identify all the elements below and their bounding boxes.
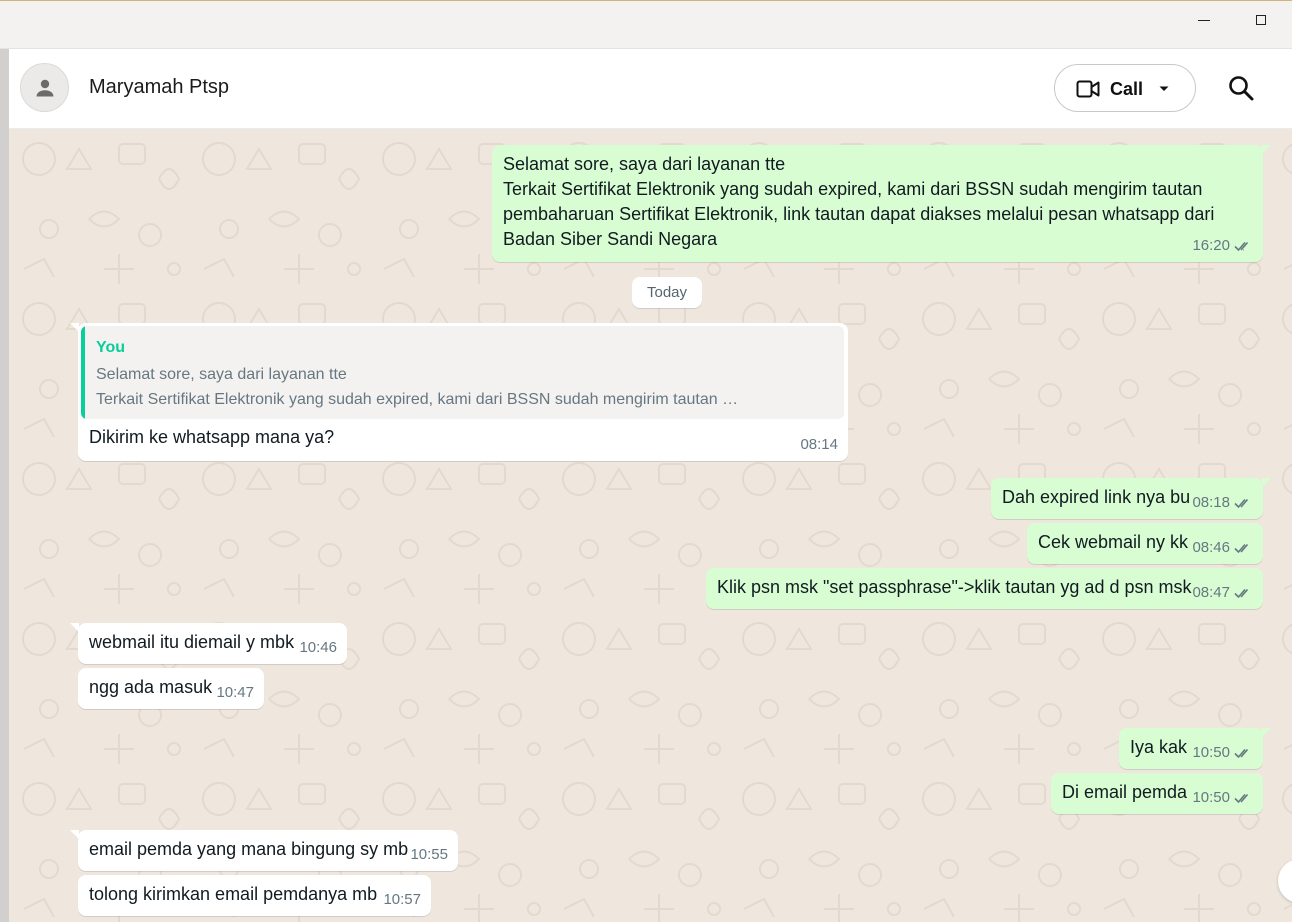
message-line: Badan Siber Sandi Negara bbox=[503, 229, 718, 249]
message-time: 16:20 bbox=[1192, 237, 1230, 254]
message-time: 10:46 bbox=[299, 639, 337, 656]
message-text: tolong kirimkan email pemdanya mb bbox=[89, 884, 378, 904]
message-text: webmail itu diemail y mbk bbox=[89, 632, 295, 652]
window-titlebar bbox=[0, 0, 1292, 49]
message-text: Dah expired link nya bu bbox=[1002, 487, 1191, 507]
message-time: 08:46 bbox=[1192, 539, 1230, 556]
quote-accent-bar bbox=[81, 326, 85, 419]
message-line: pembaharuan Sertifikat Elektronik, link … bbox=[503, 204, 1215, 224]
message-text: Di email pemda bbox=[1062, 782, 1188, 802]
quote-author: You bbox=[96, 339, 126, 356]
message-text: Klik psn msk "set passphrase"->klik taut… bbox=[717, 577, 1192, 597]
message-text: Dikirim ke whatsapp mana ya? bbox=[89, 427, 335, 447]
double-check-icon bbox=[1234, 588, 1249, 598]
minimize-icon bbox=[1198, 19, 1210, 21]
message-text: ngg ada masuk bbox=[89, 677, 213, 697]
bubble-tail bbox=[1262, 728, 1271, 737]
message-incoming-reply[interactable]: You Selamat sore, saya dari layanan tte … bbox=[70, 323, 848, 461]
bubble-tail bbox=[70, 323, 79, 332]
search-icon[interactable] bbox=[1228, 75, 1254, 101]
call-button[interactable]: Call bbox=[1054, 64, 1196, 112]
date-separator: Today bbox=[632, 277, 702, 308]
avatar[interactable] bbox=[20, 63, 69, 112]
message-incoming[interactable]: ngg ada masuk 10:47 bbox=[78, 668, 264, 709]
quote-text: Selamat sore, saya dari layanan tte bbox=[96, 366, 347, 383]
message-line: Selamat sore, saya dari layanan tte bbox=[503, 154, 786, 174]
quote-text: Terkait Sertifikat Elektronik yang sudah… bbox=[96, 391, 739, 408]
quoted-message[interactable]: You Selamat sore, saya dari layanan tte … bbox=[81, 326, 844, 419]
message-time: 10:47 bbox=[216, 684, 254, 701]
message-incoming[interactable]: tolong kirimkan email pemdanya mb 10:57 bbox=[78, 875, 431, 916]
bubble-tail bbox=[1262, 145, 1271, 154]
message-time: 08:14 bbox=[800, 436, 838, 453]
message-outgoing[interactable]: Iya kak 10:50 bbox=[1119, 728, 1271, 769]
video-camera-icon bbox=[1076, 80, 1100, 98]
message-text: Cek webmail ny kk bbox=[1038, 532, 1189, 552]
double-check-icon bbox=[1234, 543, 1249, 553]
message-outgoing[interactable]: Selamat sore, saya dari layanan tte Terk… bbox=[492, 145, 1271, 262]
message-outgoing[interactable]: Cek webmail ny kk 08:46 bbox=[1027, 523, 1263, 564]
message-time: 10:57 bbox=[383, 891, 421, 908]
message-incoming[interactable]: webmail itu diemail y mbk 10:46 bbox=[70, 623, 347, 664]
message-line: Terkait Sertifikat Elektronik yang sudah… bbox=[503, 179, 1203, 199]
message-text: email pemda yang mana bingung sy mb bbox=[89, 839, 409, 859]
maximize-icon bbox=[1256, 15, 1266, 25]
sidebar-edge bbox=[0, 49, 9, 922]
call-label: Call bbox=[1110, 79, 1144, 99]
message-time: 08:18 bbox=[1192, 494, 1230, 511]
minimize-button[interactable] bbox=[1181, 1, 1227, 39]
chat-header: Maryamah Ptsp Call bbox=[9, 49, 1292, 129]
chat-panel[interactable]: Selamat sore, saya dari layanan tte Terk… bbox=[9, 129, 1292, 922]
message-outgoing[interactable]: Di email pemda 10:50 bbox=[1051, 773, 1263, 814]
contact-name[interactable]: Maryamah Ptsp bbox=[89, 76, 229, 99]
person-icon bbox=[36, 79, 53, 96]
chevron-down-icon[interactable] bbox=[1158, 85, 1170, 93]
maximize-button[interactable] bbox=[1238, 1, 1284, 39]
message-time: 10:50 bbox=[1192, 744, 1230, 761]
double-check-icon bbox=[1234, 793, 1249, 803]
message-time: 10:55 bbox=[410, 846, 448, 863]
message-outgoing[interactable]: Klik psn msk "set passphrase"->klik taut… bbox=[706, 568, 1263, 609]
double-check-icon bbox=[1234, 748, 1249, 758]
message-time: 10:50 bbox=[1192, 789, 1230, 806]
message-time: 08:47 bbox=[1192, 584, 1230, 601]
bubble-tail bbox=[70, 830, 79, 839]
message-text: Iya kak bbox=[1130, 737, 1188, 757]
message-incoming[interactable]: email pemda yang mana bingung sy mb 10:5… bbox=[70, 830, 458, 871]
double-check-icon bbox=[1234, 241, 1249, 251]
message-outgoing[interactable]: Dah expired link nya bu 08:18 bbox=[991, 478, 1271, 519]
bubble-tail bbox=[70, 623, 79, 632]
bubble-tail bbox=[1262, 478, 1271, 487]
double-check-icon bbox=[1234, 498, 1249, 508]
